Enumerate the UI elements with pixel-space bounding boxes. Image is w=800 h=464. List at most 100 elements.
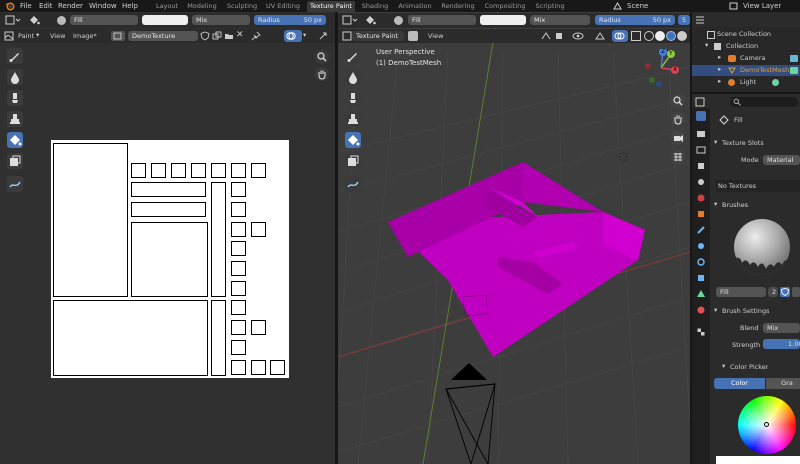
menu-render[interactable]: Render <box>58 1 83 11</box>
viewport-brush-color-swatch[interactable] <box>480 15 526 25</box>
pin-icon[interactable] <box>251 31 261 41</box>
sidebar-toggle-icon[interactable] <box>318 31 328 41</box>
image-browse-icon[interactable] <box>111 31 125 41</box>
editor-type-icon[interactable] <box>5 15 21 26</box>
strength-field[interactable]: 1.000 <box>763 339 800 349</box>
viewport-mask-tool-icon[interactable] <box>345 153 361 169</box>
snap-icon[interactable] <box>554 31 564 41</box>
brush-preview-thumbnail[interactable] <box>734 219 790 275</box>
camera-expand-icon[interactable]: ▸ <box>718 53 721 61</box>
mode-select[interactable]: Material <box>763 155 800 165</box>
viewport-brush-name-field[interactable]: Fill <box>408 15 476 25</box>
viewport-pan-hand-icon[interactable] <box>671 112 685 126</box>
image-name-field[interactable]: DemoTexture <box>128 31 198 41</box>
color-wheel[interactable] <box>738 396 796 454</box>
transform-pivot-icon[interactable] <box>540 31 552 41</box>
scene-tab-icon[interactable] <box>696 177 706 187</box>
texture-slots-chevron-icon[interactable]: ▾ <box>714 138 717 146</box>
render-tab-icon[interactable] <box>696 129 706 139</box>
radius-field[interactable]: Radius 50 px <box>254 15 326 25</box>
brush-color-dot-icon[interactable] <box>57 16 66 25</box>
view-layer-name[interactable]: View Layer <box>743 1 781 11</box>
annotate-tool-icon[interactable] <box>7 176 23 192</box>
duplicate-icon[interactable] <box>212 31 222 41</box>
fill-tool-icon[interactable] <box>7 132 23 148</box>
viewport-fill-brush-icon[interactable] <box>364 15 376 26</box>
texture-tab-icon[interactable] <box>696 327 706 337</box>
viewport-smear-tool-icon[interactable] <box>345 90 361 106</box>
collection-label[interactable]: Collection <box>726 42 758 50</box>
xray-toggle-icon[interactable] <box>631 31 641 41</box>
color-wheel-cursor[interactable] <box>764 422 769 427</box>
menu-edit[interactable]: Edit <box>39 1 53 11</box>
viewport-brush-color-dot-icon[interactable] <box>394 16 403 25</box>
tab-layout[interactable]: Layout <box>152 1 182 12</box>
shading-rendered-icon[interactable] <box>677 31 687 41</box>
viewport-zoom-icon[interactable] <box>671 94 685 108</box>
brush-name-field[interactable]: Fill <box>70 15 138 25</box>
outliner-row-light[interactable]: ▸ Light <box>692 77 800 88</box>
viewport-clone-tool-icon[interactable] <box>345 111 361 127</box>
visibility-icon[interactable] <box>572 31 584 41</box>
scene-icon[interactable] <box>613 2 622 10</box>
tab-uv-editing[interactable]: UV Editing <box>263 1 303 12</box>
tab-compositing[interactable]: Compositing <box>481 1 529 12</box>
overlay-dropdown-chevron-icon[interactable]: ▾ <box>303 31 306 39</box>
world-tab-icon[interactable] <box>696 193 706 203</box>
brush-color-swatch[interactable] <box>142 15 188 25</box>
draw-brush-tool-icon[interactable] <box>7 48 23 64</box>
overlay-toggle-icon[interactable] <box>284 30 302 42</box>
navigation-gizmo[interactable]: X Y Z <box>637 44 685 90</box>
output-tab-icon[interactable] <box>696 145 706 155</box>
color-picker-title[interactable]: Color Picker <box>730 363 768 371</box>
mesh-expand-icon[interactable]: ▸ <box>718 65 721 73</box>
color-tab[interactable]: Color <box>714 378 765 389</box>
unlink-x-icon[interactable]: ✕ <box>236 30 246 40</box>
camera-view-icon[interactable] <box>671 131 685 145</box>
viewport-blend-mode-select[interactable]: Mix <box>530 15 590 25</box>
view-layer-tab-icon[interactable] <box>696 161 706 171</box>
image-editor-type-icon[interactable] <box>4 31 14 41</box>
blend-select[interactable]: Mix <box>763 323 800 333</box>
brush-fake-user-shield-icon[interactable] <box>780 287 790 297</box>
clone-tool-icon[interactable] <box>7 111 23 127</box>
zoom-icon[interactable] <box>315 50 329 64</box>
light-expand-icon[interactable]: ▸ <box>718 77 721 85</box>
viewport-editor-type-icon[interactable] <box>342 15 358 26</box>
properties-editor-type-icon[interactable] <box>695 97 705 107</box>
viewport-mode-select[interactable]: Texture Paint <box>352 31 404 41</box>
menu-file[interactable]: File <box>20 1 32 11</box>
object-data-tab-icon[interactable] <box>696 289 706 299</box>
constraints-tab-icon[interactable] <box>696 273 706 283</box>
tab-shading[interactable]: Shading <box>358 1 392 12</box>
tab-rendering[interactable]: Rendering <box>439 1 477 12</box>
viewport-draw-tool-icon[interactable] <box>345 48 361 64</box>
viewport-fill-tool-icon[interactable] <box>345 132 361 148</box>
outliner-row-camera[interactable]: ▸ Camera <box>692 53 800 64</box>
pan-hand-icon[interactable] <box>315 67 329 81</box>
scene-collection-label[interactable]: Scene Collection <box>717 30 771 38</box>
modifier-tab-icon[interactable] <box>696 225 706 235</box>
texture-canvas[interactable] <box>51 140 289 378</box>
viewport-soften-tool-icon[interactable] <box>345 69 361 85</box>
gradient-tab[interactable]: Gra <box>766 378 800 389</box>
brush-settings-title[interactable]: Brush Settings <box>722 307 769 315</box>
shading-solid-icon[interactable] <box>655 31 665 41</box>
physics-tab-icon[interactable] <box>696 257 706 267</box>
shading-material-icon[interactable] <box>666 31 676 41</box>
viewport-radius-field[interactable]: Radius 50 px <box>595 15 675 25</box>
collection-expand-icon[interactable]: ▾ <box>705 41 708 49</box>
outliner-editor-type-icon[interactable] <box>695 15 705 25</box>
tool-tab-icon[interactable] <box>696 111 706 121</box>
tab-modeling[interactable]: Modeling <box>184 1 220 12</box>
view-layer-icon[interactable] <box>729 2 738 10</box>
color-picker-chevron-icon[interactable]: ▾ <box>722 362 725 370</box>
brush-duplicate-icon[interactable] <box>792 287 800 297</box>
menu-help[interactable]: Help <box>122 1 138 11</box>
blender-logo-icon[interactable] <box>5 1 15 11</box>
soften-tool-icon[interactable] <box>7 69 23 85</box>
fill-brush-icon[interactable] <box>28 15 40 26</box>
properties-search-field[interactable] <box>730 97 798 107</box>
texture-slots-title[interactable]: Texture Slots <box>722 139 764 147</box>
brush-name-datablock[interactable]: Fill <box>716 287 766 297</box>
